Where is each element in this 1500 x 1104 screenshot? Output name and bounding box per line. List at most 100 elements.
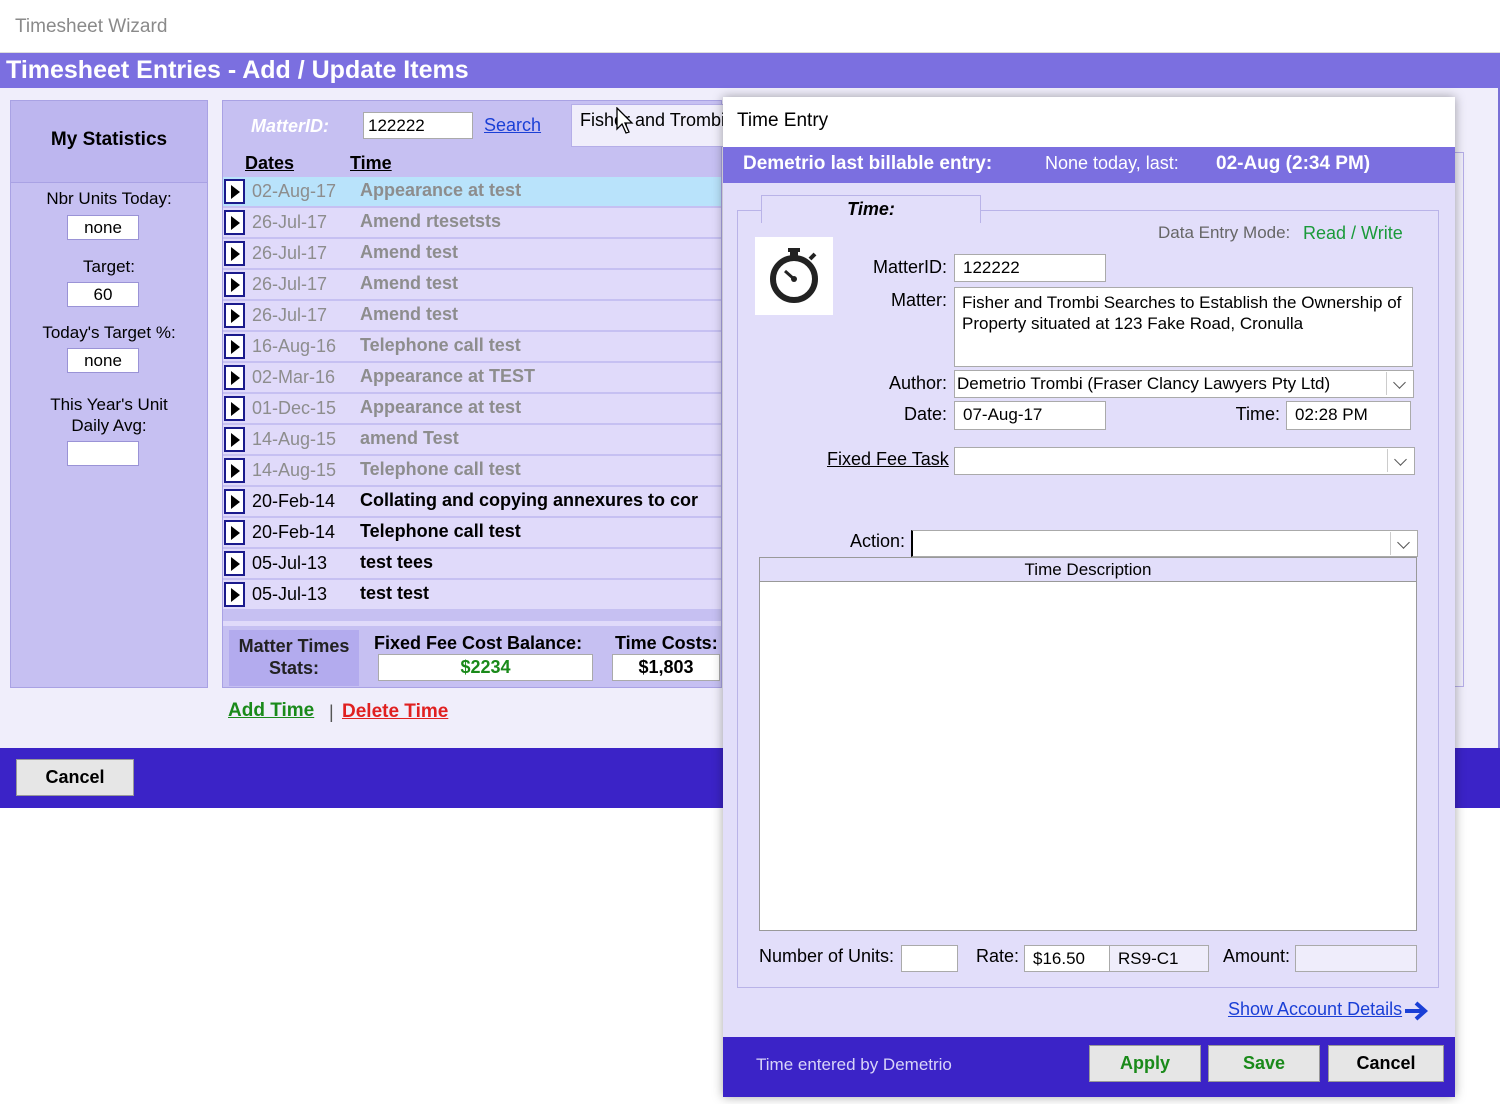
time-costs-value: $1,803 <box>612 654 720 681</box>
row-date: 02-Aug-17 <box>252 181 337 201</box>
matter-times-stats: Matter Times Stats: Fixed Fee Cost Balan… <box>223 621 721 687</box>
row-date: 20-Feb-14 <box>252 491 336 511</box>
table-row[interactable]: 02-Aug-17 Appearance at test <box>223 177 721 208</box>
matterid-field[interactable]: 122222 <box>954 254 1106 282</box>
row-description: Appearance at test <box>360 180 522 200</box>
time-column-header[interactable]: Time <box>350 153 392 174</box>
row-selector-icon[interactable] <box>224 272 245 297</box>
apply-button[interactable]: Apply <box>1089 1045 1201 1082</box>
rate-label: Rate: <box>975 946 1019 966</box>
action-dropdown[interactable] <box>911 530 1418 557</box>
data-entry-mode-value: Read / Write <box>1303 223 1403 243</box>
page-header: Timesheet Entries - Add / Update Items <box>0 53 1500 88</box>
row-selector-icon[interactable] <box>224 179 245 204</box>
row-selector-icon[interactable] <box>224 427 245 452</box>
row-date: 14-Aug-15 <box>252 460 337 480</box>
fixed-fee-task-label[interactable]: Fixed Fee Task <box>827 449 949 470</box>
last-entry-label: Demetrio last billable entry: <box>743 153 993 174</box>
row-description: Appearance at TEST <box>360 366 536 386</box>
row-description: Telephone call test <box>360 459 521 479</box>
row-date: 14-Aug-15 <box>252 429 337 449</box>
time-costs-label: Time Costs: <box>615 633 718 653</box>
save-button[interactable]: Save <box>1208 1045 1320 1082</box>
row-selector-icon[interactable] <box>224 210 245 235</box>
time-description-header: Time Description <box>759 557 1417 582</box>
fixed-fee-task-dropdown[interactable] <box>954 447 1415 475</box>
main-cancel-button[interactable]: Cancel <box>16 759 134 796</box>
time-entry-dialog: Time Entry Demetrio last billable entry:… <box>723 97 1455 1097</box>
dates-column-header[interactable]: Dates <box>245 153 294 174</box>
arrow-right-icon[interactable] <box>1403 1000 1431 1022</box>
row-description: Amend test <box>360 273 459 293</box>
author-value: Demetrio Trombi (Fraser Clancy Lawyers P… <box>957 374 1331 393</box>
row-selector-icon[interactable] <box>224 489 245 514</box>
my-statistics-panel: My Statistics Nbr Units Today: none Targ… <box>10 100 208 688</box>
table-row[interactable]: 02-Mar-16 Appearance at TEST <box>223 363 721 394</box>
table-row[interactable]: 16-Aug-16 Telephone call test <box>223 332 721 363</box>
daily-avg-label-1: This Year's Unit <box>50 395 168 414</box>
row-selector-icon[interactable] <box>224 458 245 483</box>
table-row[interactable]: 05-Jul-13 test tees <box>223 549 721 580</box>
link-separator: | <box>329 702 334 722</box>
row-date: 05-Jul-13 <box>252 584 328 604</box>
table-row[interactable]: 26-Jul-17 Amend test <box>223 270 721 301</box>
table-row[interactable]: 26-Jul-17 Amend rtesetsts <box>223 208 721 239</box>
window-titlebar: Timesheet Wizard <box>0 0 1500 53</box>
row-description: Amend test <box>360 242 459 262</box>
table-row[interactable]: 05-Jul-13 test test <box>223 580 721 611</box>
dialog-titlebar: Time Entry <box>723 97 1455 147</box>
table-row[interactable]: 20-Feb-14 Collating and copying annexures… <box>223 487 721 518</box>
row-selector-icon[interactable] <box>224 582 245 607</box>
stopwatch-icon[interactable] <box>755 237 833 315</box>
table-row[interactable]: 26-Jul-17 Amend test <box>223 239 721 270</box>
units-field[interactable] <box>901 945 958 972</box>
row-selector-icon[interactable] <box>224 551 245 576</box>
amount-field <box>1295 945 1417 972</box>
chevron-down-icon[interactable] <box>1386 372 1412 395</box>
target-value: 60 <box>67 282 139 307</box>
row-date: 01-Dec-15 <box>252 398 337 418</box>
rate-field[interactable]: $16.50 <box>1024 945 1110 972</box>
units-today-label: Nbr Units Today: <box>46 189 172 208</box>
table-row[interactable]: 26-Jul-17 Amend test <box>223 301 721 332</box>
entries-list: 02-Aug-17 Appearance at test 26-Jul-17 Amen… <box>223 177 721 611</box>
data-entry-mode-label: Data Entry Mode: <box>1158 223 1291 242</box>
time-description-textarea[interactable] <box>759 581 1417 931</box>
add-time-link[interactable]: Add Time <box>228 700 314 722</box>
daily-avg-label-2: Daily Avg: <box>71 416 147 435</box>
date-field[interactable]: 07-Aug-17 <box>954 401 1106 430</box>
time-field[interactable]: 02:28 PM <box>1286 401 1411 430</box>
action-label: Action: <box>849 531 905 551</box>
entered-by-text: Time entered by Demetrio <box>756 1055 952 1074</box>
row-selector-icon[interactable] <box>224 334 245 359</box>
show-account-details-link[interactable]: Show Account Details <box>1228 999 1402 1020</box>
row-selector-icon[interactable] <box>224 520 245 545</box>
author-dropdown[interactable]: Demetrio Trombi (Fraser Clancy Lawyers P… <box>954 370 1414 398</box>
table-row[interactable]: 20-Feb-14 Telephone call test <box>223 518 721 549</box>
dialog-cancel-button[interactable]: Cancel <box>1328 1045 1444 1082</box>
row-selector-icon[interactable] <box>224 365 245 390</box>
row-selector-icon[interactable] <box>224 241 245 266</box>
matter-name-field[interactable]: Fisher and Trombi <box>571 104 726 147</box>
chevron-down-icon[interactable] <box>1390 532 1416 555</box>
search-link[interactable]: Search <box>484 115 541 136</box>
table-row[interactable]: 01-Dec-15 Appearance at test <box>223 394 721 425</box>
target-pct-value: none <box>67 348 139 373</box>
matter-textarea[interactable]: Fisher and Trombi Searches to Establish … <box>954 287 1413 367</box>
author-label: Author: <box>888 373 947 393</box>
matterid-input[interactable]: 122222 <box>363 112 473 139</box>
row-selector-icon[interactable] <box>224 303 245 328</box>
stats-title: My Statistics <box>50 129 168 150</box>
row-selector-icon[interactable] <box>224 396 245 421</box>
row-date: 26-Jul-17 <box>252 243 328 263</box>
entries-list-panel: MatterID: 122222 Search Fisher and Tromb… <box>222 100 726 688</box>
fixed-fee-cost-balance-value: $2234 <box>378 654 593 681</box>
table-row[interactable]: 14-Aug-15 amend Test <box>223 425 721 456</box>
table-row[interactable]: 14-Aug-15 Telephone call test <box>223 456 721 487</box>
delete-time-link[interactable]: Delete Time <box>342 701 448 723</box>
row-date: 26-Jul-17 <box>252 212 328 232</box>
window-title: Timesheet Wizard <box>15 16 168 37</box>
chevron-down-icon[interactable] <box>1387 449 1413 472</box>
time-tab[interactable]: Time: <box>761 195 981 223</box>
rate-code-field: RS9-C1 <box>1109 945 1209 972</box>
